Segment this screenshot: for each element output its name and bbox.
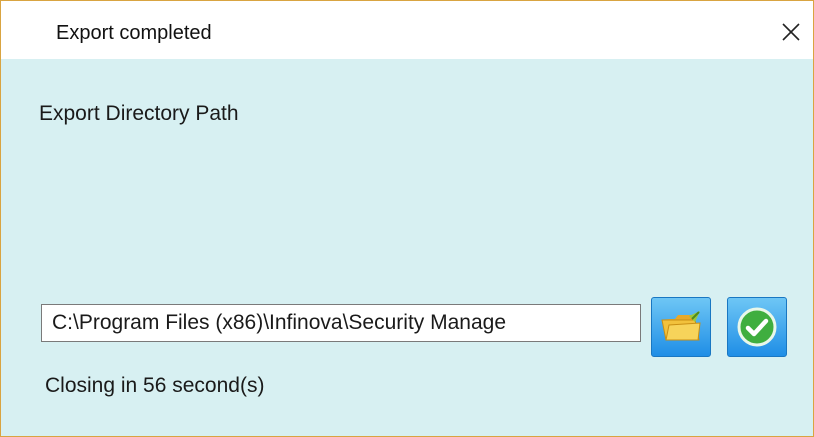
confirm-button[interactable]: [727, 297, 787, 357]
dialog-content: Export Directory Path Closing in 56 seco…: [1, 59, 813, 436]
dialog-title: Export completed: [56, 22, 212, 44]
closing-countdown: Closing in 56 second(s): [45, 374, 265, 397]
folder-icon: [661, 311, 701, 341]
close-button[interactable]: [769, 9, 813, 55]
check-circle-icon: [737, 307, 777, 347]
export-directory-label: Export Directory Path: [39, 102, 239, 125]
export-dialog: Export completed Export Directory Path C…: [0, 0, 814, 437]
title-bar: Export completed: [1, 1, 813, 59]
browse-folder-button[interactable]: [651, 297, 711, 357]
export-path-field[interactable]: [41, 304, 641, 342]
close-icon: [782, 23, 800, 41]
